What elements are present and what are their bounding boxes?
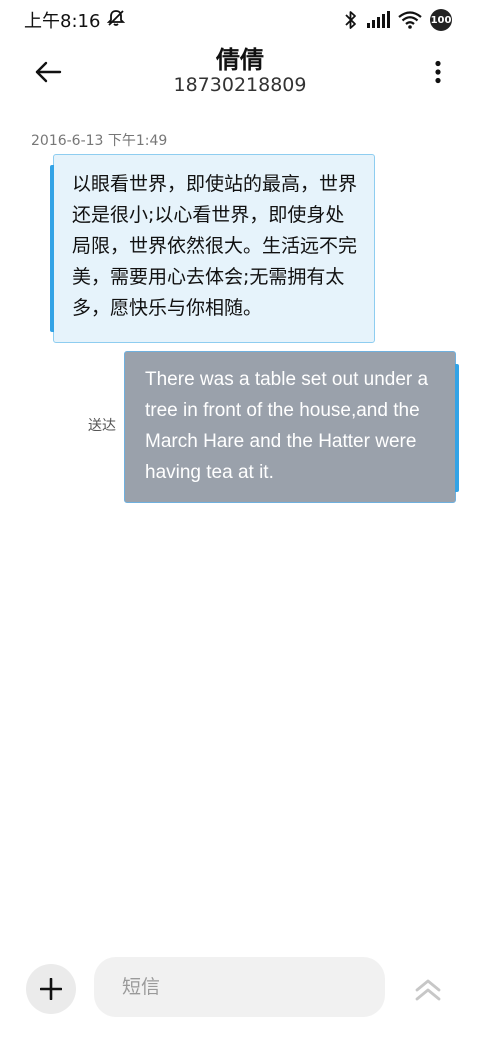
mute-icon [106, 8, 126, 33]
incoming-message-bubble[interactable]: 以眼看世界，即使站的最高，世界还是很小;以心看世界，即使身处局限，世界依然很大。… [50, 154, 375, 343]
message-timestamp: 2016-6-13 下午1:49 [31, 133, 168, 149]
outgoing-message-bubble[interactable]: There was a table set out under a tree i… [124, 351, 459, 503]
battery-icon: 100 [430, 9, 452, 31]
more-options-button[interactable] [424, 52, 452, 92]
plus-icon [40, 978, 62, 1000]
send-button[interactable] [408, 970, 448, 1010]
status-right: 100 [344, 9, 452, 31]
more-vertical-icon [435, 60, 441, 84]
bluetooth-icon [344, 10, 358, 30]
contact-number: 18730218809 [173, 74, 307, 96]
sms-input[interactable] [94, 957, 385, 1017]
status-time: 上午8:16 [24, 11, 101, 32]
message-input-bar [0, 950, 480, 1030]
status-left: 上午8:16 [24, 7, 126, 33]
delivery-status: 送达 [88, 418, 116, 434]
sms-conversation-screen: 上午8:16 100 倩倩 18730218809 2016-6-13 下午1:… [0, 0, 480, 1040]
double-chevron-up-icon [415, 979, 441, 1001]
contact-name: 倩倩 [216, 46, 264, 74]
add-attachment-button[interactable] [26, 964, 76, 1014]
status-bar: 上午8:16 100 [0, 0, 480, 40]
signal-icon [366, 11, 390, 29]
conversation-header: 倩倩 18730218809 [0, 40, 480, 106]
wifi-icon [398, 11, 422, 29]
